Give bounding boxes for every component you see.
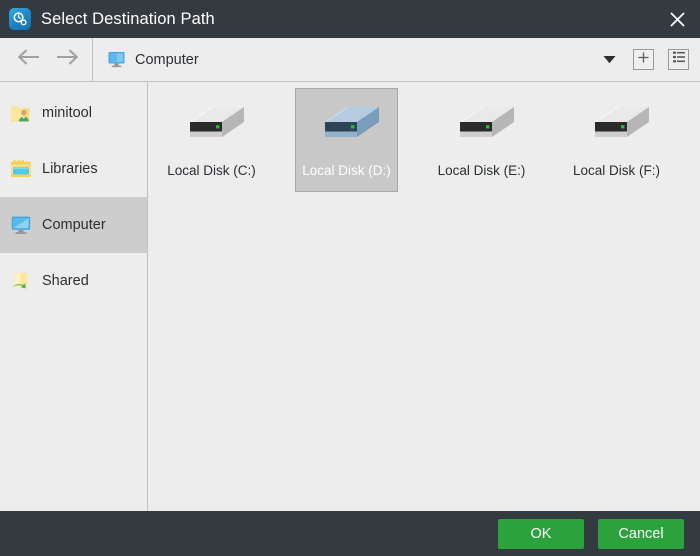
title-bar: Select Destination Path: [0, 0, 700, 38]
drive-tile-c[interactable]: Local Disk (C:): [160, 88, 263, 192]
dialog-footer: OK Cancel: [0, 511, 700, 556]
arrow-left-icon: [16, 49, 42, 70]
breadcrumb[interactable]: Computer: [93, 38, 599, 81]
close-icon: [669, 11, 686, 28]
chevron-down-icon: [603, 51, 616, 69]
close-button[interactable]: [654, 0, 700, 38]
sidebar-item-label: minitool: [42, 105, 92, 121]
dialog-body: minitool Libraries Computer Shared Local…: [0, 82, 700, 511]
path-dropdown-button[interactable]: [599, 47, 619, 73]
drive-label: Local Disk (E:): [437, 163, 526, 178]
cancel-button[interactable]: Cancel: [598, 518, 684, 549]
navigation-toolbar: Computer: [0, 37, 700, 82]
arrow-right-icon: [54, 49, 80, 70]
sidebar-item-label: Libraries: [42, 161, 98, 177]
window-title: Select Destination Path: [41, 9, 215, 28]
drive-tile-d[interactable]: Local Disk (D:): [295, 88, 398, 192]
shared-folder-icon: [10, 270, 32, 292]
hard-disk-icon: [176, 98, 248, 152]
file-list-area: Local Disk (C:) Local Disk (D:) Local Di…: [148, 82, 700, 511]
back-button[interactable]: [10, 45, 48, 75]
drive-tile-f[interactable]: Local Disk (F:): [565, 88, 668, 192]
minitool-app-icon: [9, 8, 31, 30]
view-mode-button[interactable]: [668, 49, 689, 70]
drive-tile-e[interactable]: Local Disk (E:): [430, 88, 533, 192]
drive-label: Local Disk (D:): [302, 163, 391, 178]
user-folder-icon: [10, 102, 32, 124]
hard-disk-icon: [311, 98, 383, 152]
sidebar-item-libraries[interactable]: Libraries: [0, 141, 147, 197]
hard-disk-icon: [446, 98, 518, 152]
drive-label: Local Disk (F:): [572, 163, 660, 178]
plus-icon: [637, 51, 650, 69]
select-destination-path-dialog: Select Destination Path Computer minitoo…: [0, 0, 700, 556]
ok-button[interactable]: OK: [498, 518, 584, 549]
libraries-folder-icon: [10, 158, 32, 180]
nav-button-group: [0, 38, 92, 81]
drive-label: Local Disk (C:): [167, 163, 256, 178]
sidebar-item-computer[interactable]: Computer: [0, 197, 147, 253]
sidebar-item-shared[interactable]: Shared: [0, 253, 147, 309]
computer-icon: [10, 214, 32, 236]
sidebar: minitool Libraries Computer Shared: [0, 82, 148, 511]
sidebar-item-label: Computer: [42, 217, 106, 233]
new-folder-button[interactable]: [633, 49, 654, 70]
hard-disk-icon: [581, 98, 653, 152]
breadcrumb-label: Computer: [135, 51, 199, 68]
sidebar-item-label: Shared: [42, 273, 89, 289]
list-view-icon: [672, 50, 686, 69]
sidebar-item-minitool[interactable]: minitool: [0, 85, 147, 141]
toolbar-actions: [599, 38, 700, 81]
computer-icon: [107, 51, 126, 68]
forward-button[interactable]: [48, 45, 86, 75]
drive-grid: Local Disk (C:) Local Disk (D:) Local Di…: [160, 88, 700, 208]
